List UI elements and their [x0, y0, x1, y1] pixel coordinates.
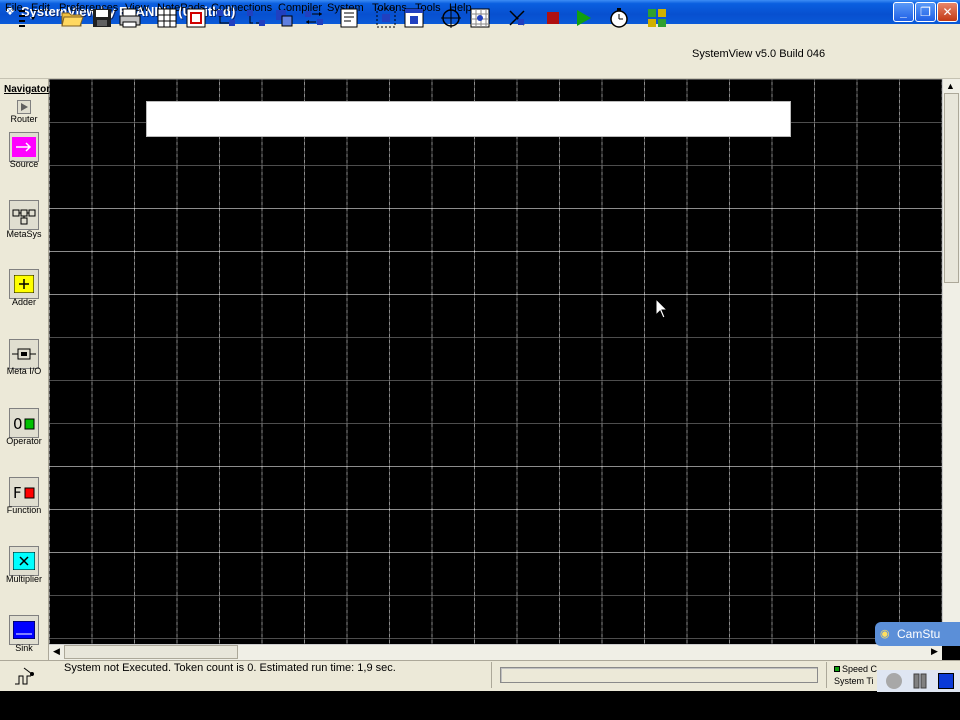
speed-label: Speed C	[842, 664, 878, 674]
camstudio-label: CamStu	[897, 627, 941, 641]
sink-label: Sink	[15, 643, 33, 653]
svg-text:0: 0	[13, 415, 23, 433]
metasys-label: MetaSys	[6, 229, 42, 239]
close-button[interactable]: ✕	[937, 2, 958, 22]
scroll-right-arrow-icon[interactable]: ▶	[931, 646, 938, 657]
analysis-window-icon[interactable]	[645, 7, 669, 29]
connect-icon[interactable]	[214, 7, 238, 29]
function-label: Function	[6, 505, 42, 515]
source-icon[interactable]	[9, 132, 39, 162]
speed-indicator-icon	[834, 666, 840, 672]
status-divider	[491, 662, 492, 688]
mouse-cursor	[655, 297, 669, 323]
root-locus-icon[interactable]	[439, 7, 463, 29]
source-label: Source	[9, 159, 39, 169]
token-list-icon[interactable]	[12, 7, 36, 29]
scroll-left-arrow-icon[interactable]: ◀	[53, 646, 60, 657]
design-canvas[interactable]	[49, 79, 942, 644]
bode-icon[interactable]	[468, 7, 492, 29]
multiplier-icon[interactable]	[9, 546, 39, 576]
multiplier-label: Multiplier	[5, 574, 42, 584]
reverse-icon[interactable]	[302, 7, 326, 29]
print-icon[interactable]	[118, 7, 142, 29]
scroll-up-arrow-icon[interactable]: ▲	[946, 81, 955, 91]
maximize-button[interactable]: ❐	[915, 2, 936, 22]
adder-label: Adder	[11, 297, 37, 307]
meta-io-icon[interactable]	[9, 339, 39, 369]
timing-icon[interactable]	[607, 7, 631, 29]
svg-text:F: F	[13, 484, 22, 502]
router-icon[interactable]	[17, 100, 31, 114]
run-icon[interactable]	[571, 7, 595, 29]
cancel-icon[interactable]	[505, 7, 529, 29]
operator-icon[interactable]: 0	[9, 408, 39, 438]
metasys-icon[interactable]	[9, 200, 39, 230]
function-icon[interactable]: F	[9, 477, 39, 507]
operator-label: Operator	[6, 436, 42, 446]
minimize-button[interactable]: _	[893, 2, 914, 22]
version-label: SystemView v5.0 Build 046	[692, 48, 826, 60]
status-divider-2	[826, 662, 827, 688]
duplicate-icon[interactable]	[272, 7, 296, 29]
meta-io-label: Meta I/O	[6, 366, 42, 376]
adder-icon[interactable]	[9, 269, 39, 299]
camstudio-icon: ◉	[880, 628, 890, 640]
create-metasystem-icon[interactable]	[374, 7, 398, 29]
sink-icon[interactable]	[9, 615, 39, 645]
system-status-icon	[12, 664, 38, 691]
vertical-scroll-thumb[interactable]	[944, 93, 959, 283]
status-message: System not Executed. Token count is 0. E…	[64, 662, 396, 674]
stop-record-button-icon[interactable]	[938, 673, 954, 689]
disconnect-icon[interactable]	[244, 7, 268, 29]
open-folder-icon[interactable]	[60, 7, 84, 29]
navigator-title: Navigator	[4, 84, 51, 95]
run-progress-bar	[500, 667, 818, 683]
system-title-box[interactable]	[146, 101, 791, 137]
pause-button-icon[interactable]	[912, 673, 928, 689]
view-metasystem-icon[interactable]	[402, 7, 426, 29]
grid-icon[interactable]	[155, 7, 179, 29]
record-button-icon[interactable]	[886, 673, 902, 689]
horizontal-scroll-thumb[interactable]	[64, 645, 238, 659]
router-label: Router	[10, 114, 38, 124]
stop-icon[interactable]	[541, 7, 565, 29]
save-disk-icon[interactable]	[90, 7, 114, 29]
system-time-label: System Ti	[834, 676, 874, 686]
delete-token-icon[interactable]	[184, 7, 208, 29]
notepad-icon[interactable]	[337, 7, 361, 29]
